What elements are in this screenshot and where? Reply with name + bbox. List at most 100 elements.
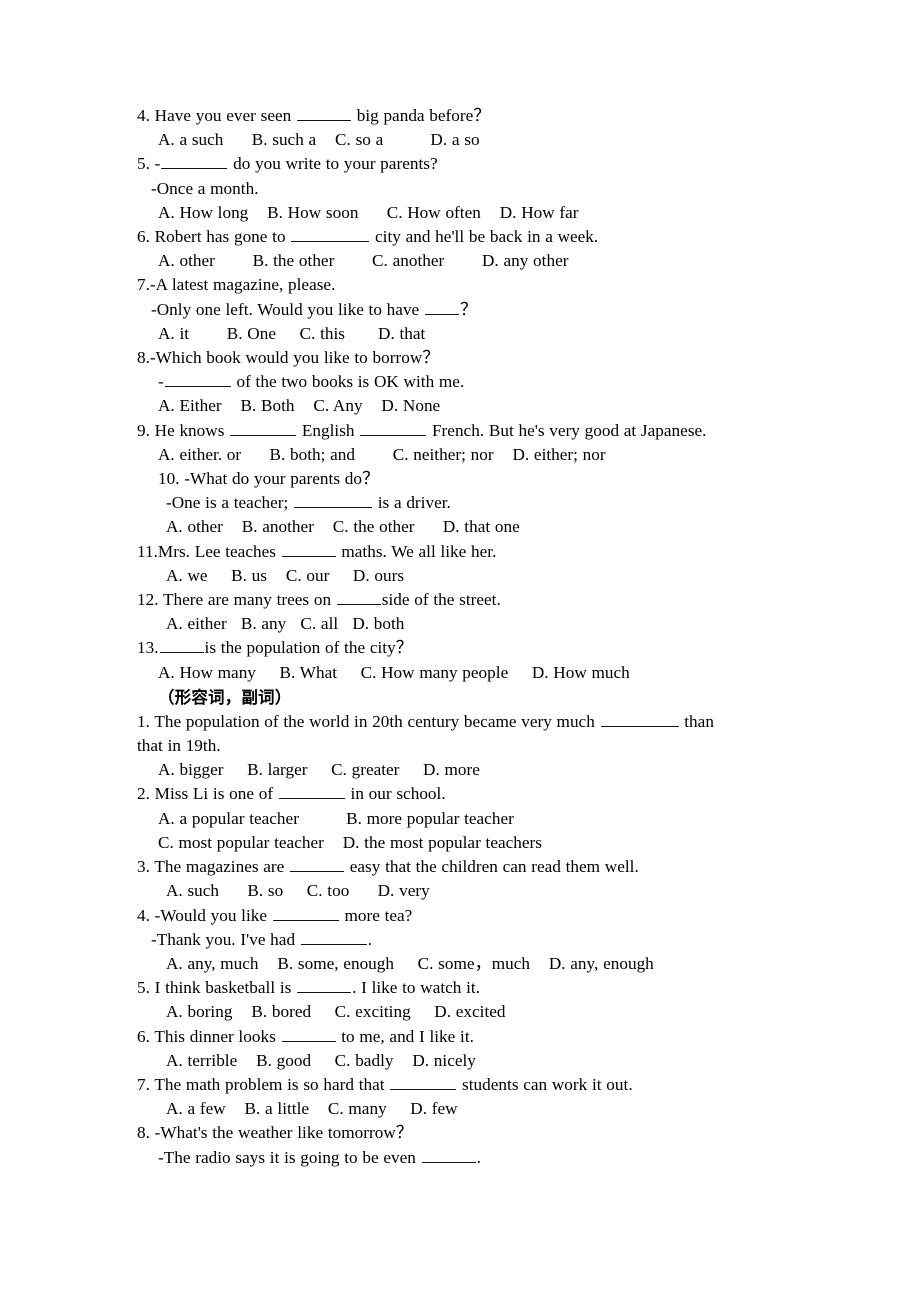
answer-blank[interactable]: [161, 153, 228, 170]
options-row-5[interactable]: A. How long B. How soon C. How often D. …: [137, 201, 844, 225]
dialogue-reply-8: - of the two books is OK with me.: [137, 370, 844, 394]
options-row-a5[interactable]: A. boring B. bored C. exciting D. excite…: [137, 1000, 844, 1024]
question-text-tail: . I like to watch it.: [352, 978, 481, 998]
worksheet-body: 4. Have you ever seen big panda before？ …: [0, 104, 920, 1170]
dialogue-text: -Thank you. I've had: [151, 929, 300, 949]
dialogue-text: -Only one left. Would you like to have: [151, 299, 424, 319]
question-text: 5. I think basketball is: [137, 978, 297, 998]
question-text-tail: in our school.: [345, 784, 446, 804]
answer-blank[interactable]: [297, 976, 352, 994]
question-text-tail: easy that the children can read them wel…: [345, 857, 639, 877]
question-stem-7: 7.-A latest magazine, please.: [137, 275, 336, 295]
answer-blank[interactable]: [272, 904, 339, 921]
worksheet-page: 4. Have you ever seen big panda before？ …: [0, 0, 920, 1302]
options-row-9[interactable]: A. either. or B. both; and C. neither; n…: [137, 443, 844, 467]
answer-blank[interactable]: [336, 588, 381, 606]
options-row-7[interactable]: A. it B. One C. this D. that: [137, 322, 844, 346]
question-stem-12: 12. There are many trees on side of the …: [137, 588, 844, 612]
question-text-tail: more tea?: [339, 905, 413, 925]
answer-blank[interactable]: [281, 540, 336, 557]
options-row-a1[interactable]: A. bigger B. larger C. greater D. more: [137, 758, 844, 782]
question-text-middle: English: [297, 420, 360, 440]
question-text: 6. This dinner looks: [137, 1026, 281, 1046]
question-text: 12. There are many trees on: [137, 590, 336, 610]
section-adjectives-adverbs: （形容词，副词） 1. The population of the world …: [137, 685, 844, 1170]
question-text-tail: maths. We all like her.: [336, 541, 497, 561]
question-text-tail: do you write to your parents?: [228, 154, 438, 174]
question-stem-a3: 3. The magazines are easy that the child…: [137, 855, 844, 879]
question-stem-a8: 8. -What's the weather like tomorrow？: [137, 1123, 413, 1143]
question-text: 3. The magazines are: [137, 857, 290, 877]
options-row-12[interactable]: A. either B. any C. all D. both: [137, 612, 844, 636]
answer-blank[interactable]: [600, 710, 679, 727]
options-row-10[interactable]: A. other B. another C. the other D. that…: [137, 515, 844, 539]
question-text: 11.Mrs. Lee teaches: [137, 541, 281, 561]
question-text-tail: city and he'll be back in a week.: [370, 227, 599, 247]
options-row-a2-second[interactable]: C. most popular teacher D. the most popu…: [137, 831, 844, 855]
question-stem-5: 5. - do you write to your parents?: [137, 152, 844, 176]
question-stem-11: 11.Mrs. Lee teaches maths. We all like h…: [137, 540, 844, 564]
question-text: 2. Miss Li is one of: [137, 784, 278, 804]
question-stem-a6: 6. This dinner looks to me, and I like i…: [137, 1025, 844, 1049]
dialogue-reply-a8: -The radio says it is going to be even .: [137, 1146, 844, 1170]
section-pronouns-determiners: 4. Have you ever seen big panda before？ …: [137, 104, 844, 685]
answer-blank[interactable]: [281, 1025, 336, 1042]
question-stem-a1: 1. The population of the world in 20th c…: [137, 710, 844, 734]
dialogue-reply-10: -One is a teacher; is a driver.: [137, 491, 844, 515]
options-row-11[interactable]: A. we B. us C. our D. ours: [137, 564, 844, 588]
question-text: 5. -: [137, 154, 161, 174]
options-row-8[interactable]: A. Either B. Both C. Any D. None: [137, 394, 844, 418]
dialogue-text: -One is a teacher;: [166, 493, 294, 513]
question-text: 4. -Would you like: [137, 905, 272, 925]
options-row-a6[interactable]: A. terrible B. good C. badly D. nicely: [137, 1049, 844, 1073]
answer-blank[interactable]: [390, 1073, 457, 1090]
answer-blank[interactable]: [421, 1146, 476, 1163]
dialogue-reply-7: -Only one left. Would you like to have ？: [137, 298, 844, 322]
question-stem-a2: 2. Miss Li is one of in our school.: [137, 782, 844, 806]
question-stem-a5: 5. I think basketball is . I like to wat…: [137, 976, 844, 1000]
dialogue-text-tail: is a driver.: [373, 493, 451, 513]
answer-blank[interactable]: [278, 783, 345, 800]
answer-blank[interactable]: [159, 637, 204, 654]
options-row-13[interactable]: A. How many B. What C. How many people D…: [137, 661, 844, 685]
question-text-tail: than: [679, 711, 714, 731]
dialogue-text-tail: ？: [459, 299, 478, 319]
question-text-tail: big panda before？: [351, 106, 491, 125]
options-row-a3[interactable]: A. such B. so C. too D. very: [137, 879, 844, 903]
question-stem-a7: 7. The math problem is so hard that stud…: [137, 1073, 844, 1097]
answer-blank[interactable]: [424, 298, 459, 315]
options-row-a4[interactable]: A. any, much B. some, enough C. some，muc…: [137, 952, 844, 976]
question-text-tail: French. But he's very good at Japanese.: [427, 420, 707, 440]
answer-blank[interactable]: [291, 225, 370, 243]
dialogue-text-tail: .: [367, 929, 373, 949]
question-text: 6. Robert has gone to: [137, 227, 291, 247]
question-text-tail: is the population of the city？: [204, 638, 413, 658]
question-text: 7. The math problem is so hard that: [137, 1074, 390, 1094]
dialogue-text-tail: .: [476, 1147, 481, 1167]
options-row-a7[interactable]: A. a few B. a little C. many D. few: [137, 1097, 844, 1121]
question-stem-a1-wrapped: that in 19th.: [137, 736, 221, 756]
dialogue-text: -The radio says it is going to be even: [158, 1147, 421, 1167]
question-stem-4: 4. Have you ever seen big panda before？: [137, 104, 844, 128]
dialogue-text-tail: of the two books is OK with me.: [231, 372, 465, 392]
answer-blank-1[interactable]: [230, 419, 297, 436]
question-stem-a4: 4. -Would you like more tea?: [137, 904, 844, 928]
options-row-6[interactable]: A. other B. the other C. another D. any …: [137, 249, 844, 273]
section-heading-adjectives-adverbs: （形容词，副词）: [158, 687, 292, 707]
question-text: 1. The population of the world in 20th c…: [137, 711, 600, 731]
answer-blank[interactable]: [294, 491, 373, 509]
options-row-4[interactable]: A. a such B. such a C. so a D. a so: [137, 128, 844, 152]
answer-blank-2[interactable]: [360, 419, 427, 436]
answer-blank[interactable]: [296, 104, 351, 121]
question-text-tail: students can work it out.: [457, 1074, 633, 1094]
answer-blank-2[interactable]: [300, 928, 367, 945]
question-stem-9: 9. He knows English French. But he's ver…: [137, 419, 844, 443]
question-stem-8: 8.-Which book would you like to borrow？: [137, 348, 440, 368]
answer-blank[interactable]: [164, 370, 231, 388]
options-row-a2-first[interactable]: A. a popular teacher B. more popular tea…: [137, 807, 844, 831]
dialogue-reply-5: -Once a month.: [151, 178, 259, 198]
dialogue-reply-a4: -Thank you. I've had .: [137, 928, 844, 952]
question-stem-6: 6. Robert has gone to city and he'll be …: [137, 225, 844, 249]
question-text: 13.: [137, 638, 159, 658]
answer-blank[interactable]: [290, 855, 345, 873]
